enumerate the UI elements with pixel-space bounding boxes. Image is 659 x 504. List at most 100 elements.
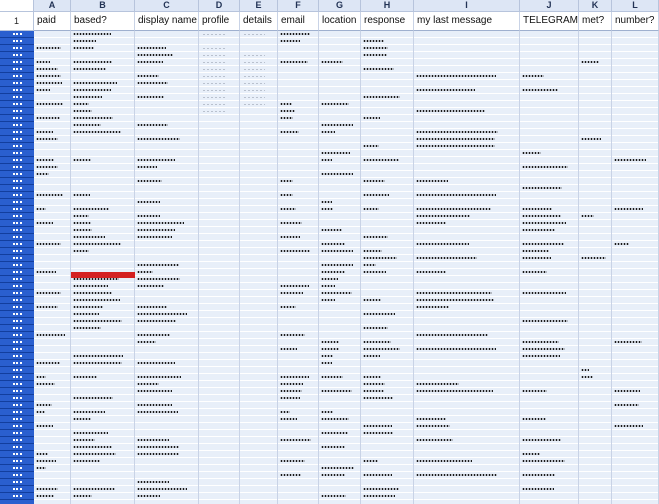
row-number[interactable]	[0, 367, 34, 374]
header-cell-met[interactable]: met?	[579, 12, 612, 31]
header-cell-details[interactable]: details	[240, 12, 278, 31]
row-number[interactable]	[0, 318, 34, 325]
row-number[interactable]	[0, 332, 34, 339]
row-number[interactable]	[0, 486, 34, 493]
header-cell-display-name[interactable]: display name	[135, 12, 199, 31]
row-number[interactable]	[0, 262, 34, 269]
row-number[interactable]	[0, 353, 34, 360]
data-area[interactable]	[34, 31, 659, 504]
header-cell-number[interactable]: number?	[612, 12, 659, 31]
column-header-j[interactable]: J	[520, 0, 579, 12]
header-cell-telegram[interactable]: TELEGRAM	[520, 12, 579, 31]
row-number[interactable]	[0, 451, 34, 458]
row-number[interactable]	[0, 150, 34, 157]
row-number[interactable]	[0, 430, 34, 437]
column-header-k[interactable]: K	[579, 0, 612, 12]
row-number-gutter[interactable]	[0, 31, 34, 504]
row-number[interactable]	[0, 87, 34, 94]
row-number[interactable]	[0, 227, 34, 234]
row-number[interactable]	[0, 255, 34, 262]
header-cell-location[interactable]: location	[319, 12, 361, 31]
column-header-e[interactable]: E	[240, 0, 278, 12]
header-cell-email[interactable]: email	[278, 12, 319, 31]
row-number[interactable]	[0, 129, 34, 136]
row-number[interactable]	[0, 45, 34, 52]
column-cells[interactable]	[520, 31, 579, 504]
header-cell-my-last-message[interactable]: my last message	[414, 12, 520, 31]
row-number[interactable]	[0, 472, 34, 479]
row-number[interactable]	[0, 185, 34, 192]
row-number[interactable]	[0, 290, 34, 297]
column-cells[interactable]	[579, 31, 612, 504]
row-number[interactable]	[0, 136, 34, 143]
row-number[interactable]	[0, 311, 34, 318]
column-cells[interactable]	[240, 31, 278, 504]
row-number[interactable]	[0, 493, 34, 500]
row-number[interactable]	[0, 31, 34, 38]
row-number[interactable]	[0, 52, 34, 59]
row-number[interactable]	[0, 248, 34, 255]
row-number[interactable]	[0, 276, 34, 283]
row-number[interactable]	[0, 325, 34, 332]
row-number[interactable]	[0, 171, 34, 178]
column-header-f[interactable]: F	[278, 0, 319, 12]
column-header-c[interactable]: C	[135, 0, 199, 12]
row-number[interactable]	[0, 360, 34, 367]
row-number[interactable]	[0, 374, 34, 381]
row-number[interactable]	[0, 339, 34, 346]
row-number[interactable]	[0, 122, 34, 129]
column-header-l[interactable]: L	[612, 0, 659, 12]
row-number[interactable]	[0, 346, 34, 353]
row-number[interactable]	[0, 108, 34, 115]
row-number[interactable]	[0, 115, 34, 122]
highlighted-cell[interactable]	[71, 272, 135, 278]
row-number[interactable]	[0, 381, 34, 388]
row-number[interactable]	[0, 388, 34, 395]
row-number[interactable]	[0, 143, 34, 150]
row-number[interactable]	[0, 395, 34, 402]
column-cells[interactable]	[612, 31, 659, 504]
row-number[interactable]	[0, 444, 34, 451]
column-cells[interactable]	[278, 31, 319, 504]
row-number-1[interactable]: 1	[0, 12, 34, 31]
header-cell-profile[interactable]: profile	[199, 12, 240, 31]
row-number[interactable]	[0, 66, 34, 73]
row-number[interactable]	[0, 94, 34, 101]
row-number[interactable]	[0, 465, 34, 472]
row-number[interactable]	[0, 269, 34, 276]
column-header-d[interactable]: D	[199, 0, 240, 12]
column-cells[interactable]	[135, 31, 199, 504]
column-header-a[interactable]: A	[34, 0, 71, 12]
row-number[interactable]	[0, 297, 34, 304]
row-number[interactable]	[0, 213, 34, 220]
row-number[interactable]	[0, 416, 34, 423]
row-number[interactable]	[0, 437, 34, 444]
row-number[interactable]	[0, 59, 34, 66]
row-number[interactable]	[0, 101, 34, 108]
column-cells[interactable]	[414, 31, 520, 504]
row-number[interactable]	[0, 192, 34, 199]
row-number[interactable]	[0, 164, 34, 171]
row-number[interactable]	[0, 479, 34, 486]
row-number[interactable]	[0, 80, 34, 87]
row-number[interactable]	[0, 423, 34, 430]
header-cell-paid[interactable]: paid	[34, 12, 71, 31]
column-cells[interactable]	[199, 31, 240, 504]
row-number[interactable]	[0, 402, 34, 409]
row-number[interactable]	[0, 206, 34, 213]
row-number[interactable]	[0, 409, 34, 416]
column-header-g[interactable]: G	[319, 0, 361, 12]
row-number[interactable]	[0, 220, 34, 227]
row-number[interactable]	[0, 178, 34, 185]
column-cells[interactable]	[34, 31, 71, 504]
select-all-corner[interactable]	[0, 0, 34, 12]
column-header-b[interactable]: B	[71, 0, 135, 12]
row-number[interactable]	[0, 38, 34, 45]
row-number[interactable]	[0, 241, 34, 248]
header-cell-based[interactable]: based?	[71, 12, 135, 31]
column-header-h[interactable]: H	[361, 0, 414, 12]
row-number[interactable]	[0, 458, 34, 465]
row-number[interactable]	[0, 157, 34, 164]
row-number[interactable]	[0, 304, 34, 311]
row-number[interactable]	[0, 234, 34, 241]
